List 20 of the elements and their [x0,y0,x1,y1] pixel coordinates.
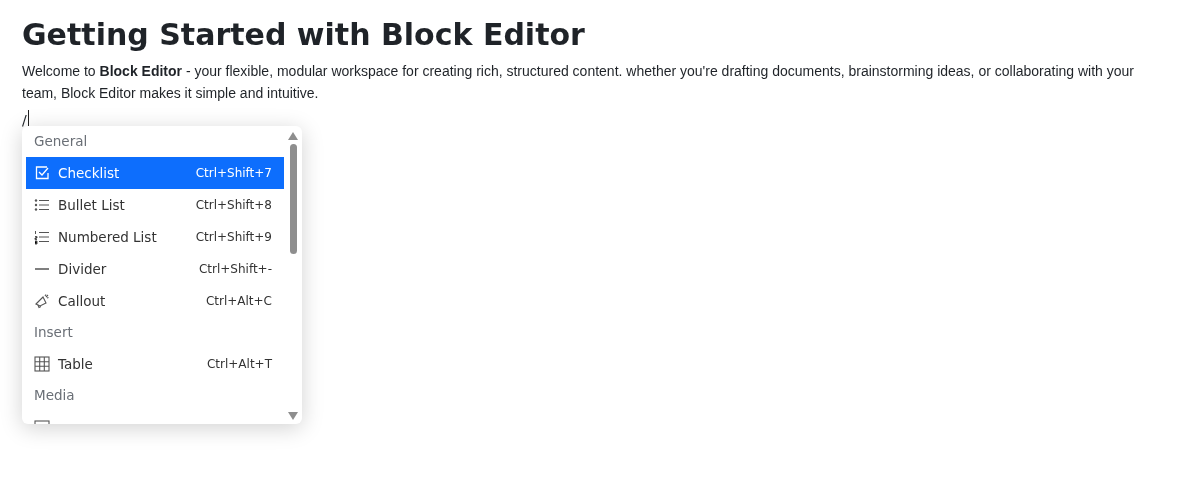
menu-item[interactable]: Divider Ctrl+Shift+- [26,253,284,285]
menu-item[interactable]: Table Ctrl+Alt+T [26,348,284,380]
scroll-down-icon[interactable] [288,412,298,420]
bullet-list-icon [34,197,50,213]
numbered-list-icon [34,229,50,245]
page-title: Getting Started with Block Editor [22,16,586,54]
scrollbar-thumb[interactable] [289,144,297,254]
menu-item[interactable]: Checklist Ctrl+Shift+7 [26,157,284,189]
menu-item[interactable]: Numbered List Ctrl+Shift+9 [26,221,284,253]
table-icon [34,356,50,372]
menu-item[interactable]: Callout Ctrl+Alt+C [26,285,284,317]
checkbox-icon [34,165,50,181]
menu-item[interactable]: Bullet List Ctrl+Shift+8 [26,189,284,221]
group-heading: General [33,132,89,151]
group-heading: Media [33,386,76,405]
intro-paragraph: Welcome to Block Editor - your flexible, modular workspace for creating rich, structured content. whether you're drafting documents, brainstorming ideas, or collaborating with your team, Block Editor makes it simple and intuitive. [22,62,1136,103]
megaphone-icon [34,293,50,309]
divider-icon [34,268,50,270]
group-heading: Insert [33,323,74,342]
scroll-up-icon[interactable] [288,132,298,140]
